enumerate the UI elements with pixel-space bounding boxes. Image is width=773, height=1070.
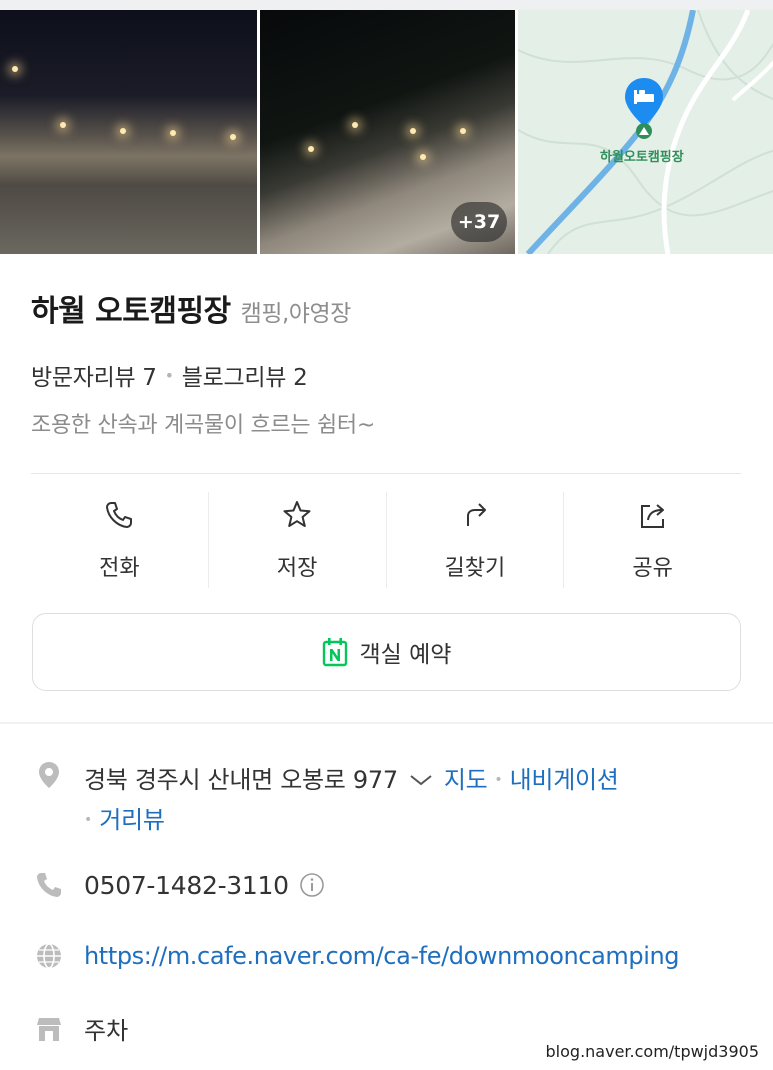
parking-row: 주차 [34,1011,128,1046]
light-spot [410,128,416,134]
title-row: 하월 오토캠핑장 캠핑,야영장 [31,286,351,330]
naver-booking-icon [322,638,347,667]
place-category: 캠핑,야영장 [240,301,352,327]
save-button[interactable]: 저장 [209,492,387,588]
phone-small-icon [37,873,61,897]
star-icon [283,501,311,527]
location-pin-icon [39,762,59,788]
review-summary: 방문자리뷰 7 • 블로그리뷰 2 [31,358,308,392]
address-text: 경북 경주시 산내면 오봉로 977 [84,766,398,794]
call-label: 전화 [99,556,140,581]
chevron-down-icon[interactable] [408,772,434,788]
light-spot [460,128,466,134]
phone-icon [106,502,133,528]
phone-row: 0507-1482-3110 [34,870,325,900]
store-icon [37,1017,61,1041]
street-view-link[interactable]: 거리뷰 [99,800,165,840]
light-spot [60,122,66,128]
camping-marker-icon [636,123,652,139]
room-reservation-label: 객실 예약 [359,642,452,668]
website-link[interactable]: https://m.cafe.naver.com/ca-fe/downmoonc… [84,942,680,970]
room-reservation-button[interactable]: 객실 예약 [32,613,741,691]
light-spot [12,66,18,72]
more-photos-badge[interactable]: +37 [451,202,507,242]
action-bar: 전화 저장 길찾기 공유 [31,492,741,588]
share-label: 공유 [632,556,673,581]
blog-watermark: blog.naver.com/tpwjd3905 [543,1041,761,1062]
divider [31,473,741,474]
light-spot [308,146,314,152]
directions-icon [466,503,486,526]
share-button[interactable]: 공유 [564,492,741,588]
share-icon [640,504,664,528]
place-name: 하월 오토캠핑장 [31,294,231,329]
separator-dot: • [84,812,93,828]
separator-dot: • [494,772,503,788]
navigation-link[interactable]: 내비게이션 [510,760,619,800]
directions-button[interactable]: 길찾기 [387,492,565,588]
parking-label: 주차 [84,1017,129,1045]
call-button[interactable]: 전화 [31,492,209,588]
photo-gallery: +37 하월오토캠핑장 [0,10,773,254]
separator-dot: • [164,365,174,385]
save-label: 저장 [276,556,318,581]
bed-pin-icon [625,78,663,126]
website-row: https://m.cafe.naver.com/ca-fe/downmoonc… [34,941,680,971]
light-spot [170,130,176,136]
campsite-photo-1[interactable] [0,10,257,254]
light-spot [420,154,426,160]
map-pin-label: 하월오토캠핑장 [600,150,684,165]
info-icon[interactable] [299,872,325,898]
map-link[interactable]: 지도 [444,760,488,800]
directions-label: 길찾기 [444,556,506,581]
blog-reviews-link[interactable]: 블로그리뷰 2 [182,358,308,392]
address-block: 경북 경주시 산내면 오봉로 977 지도 • 내비게이션 • 거리뷰 [84,760,619,840]
light-spot [230,134,236,140]
section-divider [0,722,773,724]
place-description: 조용한 산속과 계곡물이 흐르는 쉼터~ [31,413,376,438]
visitor-reviews-link[interactable]: 방문자리뷰 7 [31,358,157,392]
light-spot [120,128,126,134]
phone-number[interactable]: 0507-1482-3110 [84,871,289,900]
light-spot [352,122,358,128]
campsite-photo-2[interactable]: +37 [260,10,515,254]
address-row: 경북 경주시 산내면 오봉로 977 지도 • 내비게이션 • 거리뷰 [34,760,619,840]
map-thumbnail[interactable]: 하월오토캠핑장 [518,10,773,254]
top-strip [0,0,773,10]
globe-icon [37,943,61,969]
